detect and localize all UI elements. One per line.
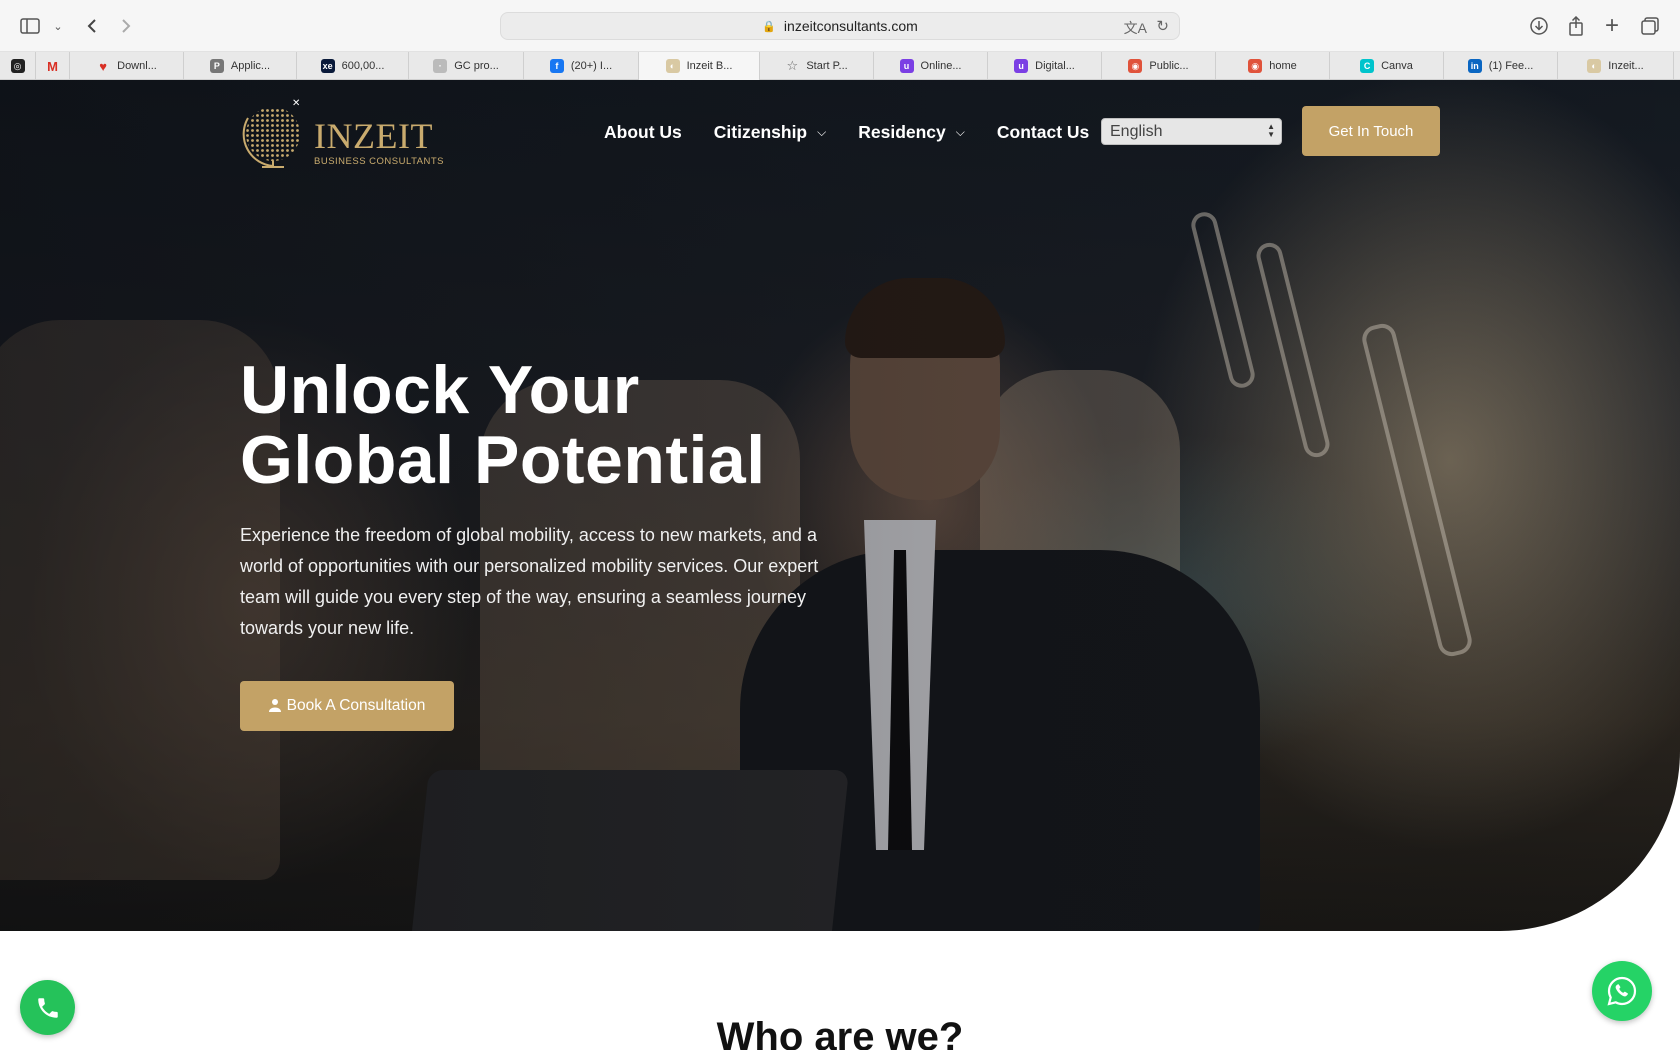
chevron-down-icon: ⌵: [955, 124, 965, 139]
nav-residency-label: Residency: [858, 121, 946, 142]
globe-logo-icon: ✕: [242, 98, 300, 168]
browser-toolbar: ⌄ 🔒 inzeitconsultants.com 文A ↻ +: [0, 0, 1680, 52]
nav-residency[interactable]: Residency ⌵: [858, 122, 965, 143]
star-icon: ☆: [786, 58, 799, 73]
browser-tab-label: GC pro...: [454, 60, 499, 72]
section-title: Who are we?: [716, 1015, 964, 1050]
sidebar-toggle-icon[interactable]: [16, 12, 44, 40]
logo-subtitle: BUSINESS CONSULTANTS: [314, 156, 445, 167]
page-icon: ·: [433, 59, 448, 73]
browser-tab[interactable]: f (20+) I...: [524, 52, 639, 80]
whatsapp-button[interactable]: [1592, 961, 1652, 1021]
browser-tab[interactable]: ◐ Inzeit B...: [639, 52, 760, 80]
address-bar[interactable]: 🔒 inzeitconsultants.com 文A ↻: [500, 12, 1180, 40]
browser-tab-label: (20+) I...: [570, 60, 613, 72]
browser-tab-label: Public...: [1149, 60, 1189, 72]
u-icon: u: [1014, 59, 1029, 73]
nav-about-label: About Us: [604, 121, 682, 142]
share-icon[interactable]: [1562, 12, 1590, 40]
browser-tab[interactable]: ☆ Start P...: [760, 52, 874, 80]
url-text: inzeitconsultants.com: [783, 18, 918, 34]
facebook-icon: f: [549, 59, 564, 73]
language-value: English: [1110, 122, 1163, 140]
browser-tab-label: Inzeit...: [1608, 60, 1644, 72]
hero-overlay: [0, 80, 1680, 931]
nav-contact[interactable]: Contact Us: [997, 122, 1089, 143]
browser-tab-label: home: [1269, 60, 1297, 72]
nav-contact-label: Contact Us: [996, 121, 1090, 142]
phone-icon: [37, 997, 58, 1018]
browser-tab-label: Canva: [1381, 60, 1413, 72]
p-icon: P: [209, 59, 224, 73]
browser-tab-label: Digital...: [1035, 60, 1075, 72]
browser-tab[interactable]: · GC pro...: [409, 52, 524, 80]
browser-tab[interactable]: ◉ home: [1216, 52, 1330, 80]
chevron-down-icon[interactable]: ⌄: [44, 12, 72, 40]
canva-icon: C: [1360, 59, 1375, 73]
browser-tab-label: (1) Fee...: [1488, 60, 1534, 72]
nav-citizenship-label: Citizenship: [713, 121, 808, 142]
browser-tab-label: Online...: [920, 60, 962, 72]
download-icon[interactable]: [1525, 12, 1553, 40]
hero-headline: Unlock Your Global Potential: [240, 355, 766, 495]
hero-headline-line1: Unlock Your: [240, 352, 640, 428]
browser-tab[interactable]: u Online...: [874, 52, 988, 80]
hero-headline-line2: Global Potential: [240, 422, 766, 498]
tab-strip: ◎ M ♥ Downl... P Applic... xe 600,00... · GC pro.…: [0, 52, 1680, 80]
browser-tab[interactable]: P Applic...: [184, 52, 297, 80]
select-arrows-icon: ▲ ▼: [1267, 122, 1275, 139]
phone-call-button[interactable]: [20, 980, 75, 1035]
main-nav: About Us Citizenship ⌵ Residency ⌵ Contact…: [604, 120, 1121, 144]
browser-tab-label: Applic...: [230, 60, 271, 72]
browser-tab[interactable]: in (1) Fee...: [1444, 52, 1558, 80]
nav-citizenship[interactable]: Citizenship ⌵: [714, 122, 826, 143]
whatsapp-icon: [1607, 976, 1637, 1006]
inzeit-icon: ◐: [665, 59, 680, 73]
language-select[interactable]: English ▲ ▼: [1101, 118, 1282, 145]
browser-tab-label: Inzeit B...: [686, 60, 733, 72]
linkedin-icon: in: [1467, 59, 1482, 73]
logo-name: INZEIT: [314, 116, 433, 156]
openai-icon: ◎: [10, 59, 25, 73]
gmail-icon: M: [47, 58, 58, 74]
browser-tab-label: 600,00...: [341, 60, 385, 72]
tab-overview-icon[interactable]: [1636, 12, 1664, 40]
translate-icon[interactable]: 文A: [1124, 18, 1147, 38]
browser-tab[interactable]: xe 600,00...: [297, 52, 409, 80]
inzeit-icon: ◐: [1587, 59, 1602, 73]
new-tab-icon[interactable]: +: [1598, 12, 1626, 40]
nav-about[interactable]: About Us: [604, 122, 682, 143]
lock-icon: 🔒: [762, 20, 776, 33]
hero-section: ✕ INZEIT BUSINESS CONSULTANTS About Us C…: [0, 80, 1680, 931]
target-icon: ◉: [1248, 59, 1263, 73]
browser-tab[interactable]: ◉ Public...: [1102, 52, 1216, 80]
browser-tab[interactable]: M: [36, 52, 70, 80]
site-logo[interactable]: ✕ INZEIT BUSINESS CONSULTANTS: [240, 98, 444, 168]
svg-text:✕: ✕: [292, 98, 300, 109]
browser-tab[interactable]: ◎: [0, 52, 36, 80]
get-in-touch-button[interactable]: Get In Touch: [1302, 106, 1440, 156]
hero-subtext: Experience the freedom of global mobilit…: [240, 525, 819, 638]
browser-tab[interactable]: C Canva: [1330, 52, 1444, 80]
browser-tab[interactable]: ◐ Inzeit...: [1558, 52, 1674, 80]
browser-tab-label: Downl...: [117, 60, 157, 72]
browser-tab-label: Start P...: [806, 60, 848, 72]
u-icon: u: [899, 59, 914, 73]
user-icon: [268, 698, 281, 715]
reload-icon[interactable]: ↻: [1156, 17, 1169, 35]
back-icon[interactable]: [78, 12, 106, 40]
book-consultation-label: Book A Consultation: [286, 697, 426, 714]
web-page: ✕ INZEIT BUSINESS CONSULTANTS About Us C…: [0, 80, 1680, 1050]
chevron-down-icon: ⌵: [817, 124, 827, 139]
browser-tab[interactable]: ♥ Downl...: [70, 52, 184, 80]
xe-icon: xe: [320, 59, 335, 73]
target-icon: ◉: [1128, 59, 1143, 73]
book-consultation-button[interactable]: Book A Consultation: [240, 681, 454, 731]
heart-icon: ♥: [99, 58, 107, 74]
forward-icon[interactable]: [112, 12, 140, 40]
browser-tab[interactable]: u Digital...: [988, 52, 1102, 80]
